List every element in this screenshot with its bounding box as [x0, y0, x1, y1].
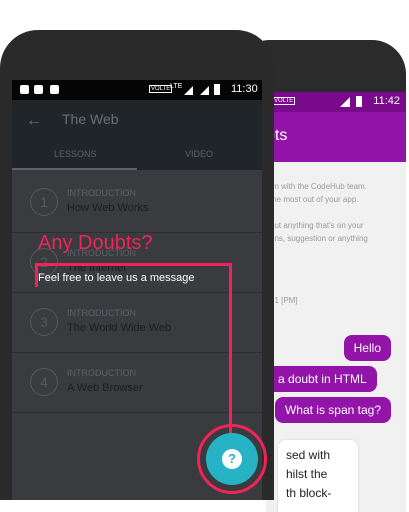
- signal-icon: [184, 86, 193, 95]
- volte-badge: VOLTE: [272, 97, 296, 105]
- tab-bar: LESSONS VIDEO: [12, 140, 262, 170]
- lesson-item[interactable]: 4 INTRODUCTION A Web Browser: [12, 352, 262, 413]
- status-time: 11:42: [373, 95, 400, 107]
- message-timestamp: 41 [PM]: [270, 296, 298, 305]
- overlay-title: Any Doubts?: [38, 232, 153, 254]
- message-bubble[interactable]: Hello: [343, 335, 391, 361]
- overlay-subtitle: Feel free to leave us a message: [38, 272, 195, 284]
- page-title: The Web: [62, 111, 119, 127]
- intro-line: the most out of your app.: [270, 195, 359, 204]
- reply-bubble[interactable]: sed with hilst the th block-: [278, 440, 358, 512]
- intro-line: ons, suggestion or anything: [270, 234, 368, 243]
- battery-icon: [356, 96, 362, 107]
- lesson-title: The World Wide Web: [67, 322, 172, 334]
- chat-screen: VOLTE 11:42 bts on with the CodeHub team…: [266, 92, 406, 512]
- lesson-category: INTRODUCTION: [67, 188, 136, 198]
- tab-indicator: [12, 168, 137, 170]
- notification-icon: [50, 85, 59, 94]
- signal-icon: [200, 86, 209, 95]
- guide-line: [35, 263, 232, 266]
- help-icon: ?: [222, 449, 242, 469]
- battery-icon: [214, 84, 220, 95]
- lesson-item[interactable]: 1 INTRODUCTION How Web Works: [12, 172, 262, 233]
- lesson-title: How Web Works: [67, 202, 149, 214]
- message-bubble[interactable]: What is span tag?: [274, 397, 391, 423]
- youtube-icon: [20, 85, 29, 94]
- lte-label: LTE: [170, 83, 183, 90]
- lesson-category: INTRODUCTION: [67, 368, 136, 378]
- guide-line: [229, 263, 232, 439]
- intro-line: [270, 206, 400, 219]
- chat-intro: on with the CodeHub team. the most out o…: [270, 180, 400, 245]
- chat-header: bts: [266, 112, 406, 162]
- status-time: 11:30: [231, 83, 258, 95]
- status-bar: VOLTE 11:42: [266, 92, 406, 112]
- reply-line: sed with: [286, 448, 331, 462]
- message-bubble[interactable]: e a doubt in HTML: [266, 366, 377, 392]
- android-icon: [34, 85, 43, 94]
- lesson-number: 3: [30, 308, 58, 336]
- tab-video[interactable]: VIDEO: [185, 149, 213, 159]
- lesson-category: INTRODUCTION: [67, 308, 136, 318]
- lesson-title: A Web Browser: [67, 382, 143, 394]
- tab-lessons[interactable]: LESSONS: [54, 149, 97, 159]
- reply-line: hilst the: [286, 467, 328, 481]
- signal-icon: [340, 97, 350, 107]
- reply-line: th block-: [286, 486, 332, 500]
- help-button[interactable]: ?: [206, 433, 258, 485]
- status-bar: VOLTE LTE 11:30: [12, 80, 262, 100]
- lesson-number: 1: [30, 188, 58, 216]
- intro-line: on with the CodeHub team.: [270, 182, 367, 191]
- volte-badge: VOLTE: [149, 85, 173, 93]
- app-bar: ← The Web: [12, 100, 262, 140]
- intro-line: out anything that's on your: [270, 221, 364, 230]
- lesson-item[interactable]: 3 INTRODUCTION The World Wide Web: [12, 292, 262, 353]
- back-arrow-icon[interactable]: ←: [26, 112, 42, 130]
- lesson-number: 4: [30, 368, 58, 396]
